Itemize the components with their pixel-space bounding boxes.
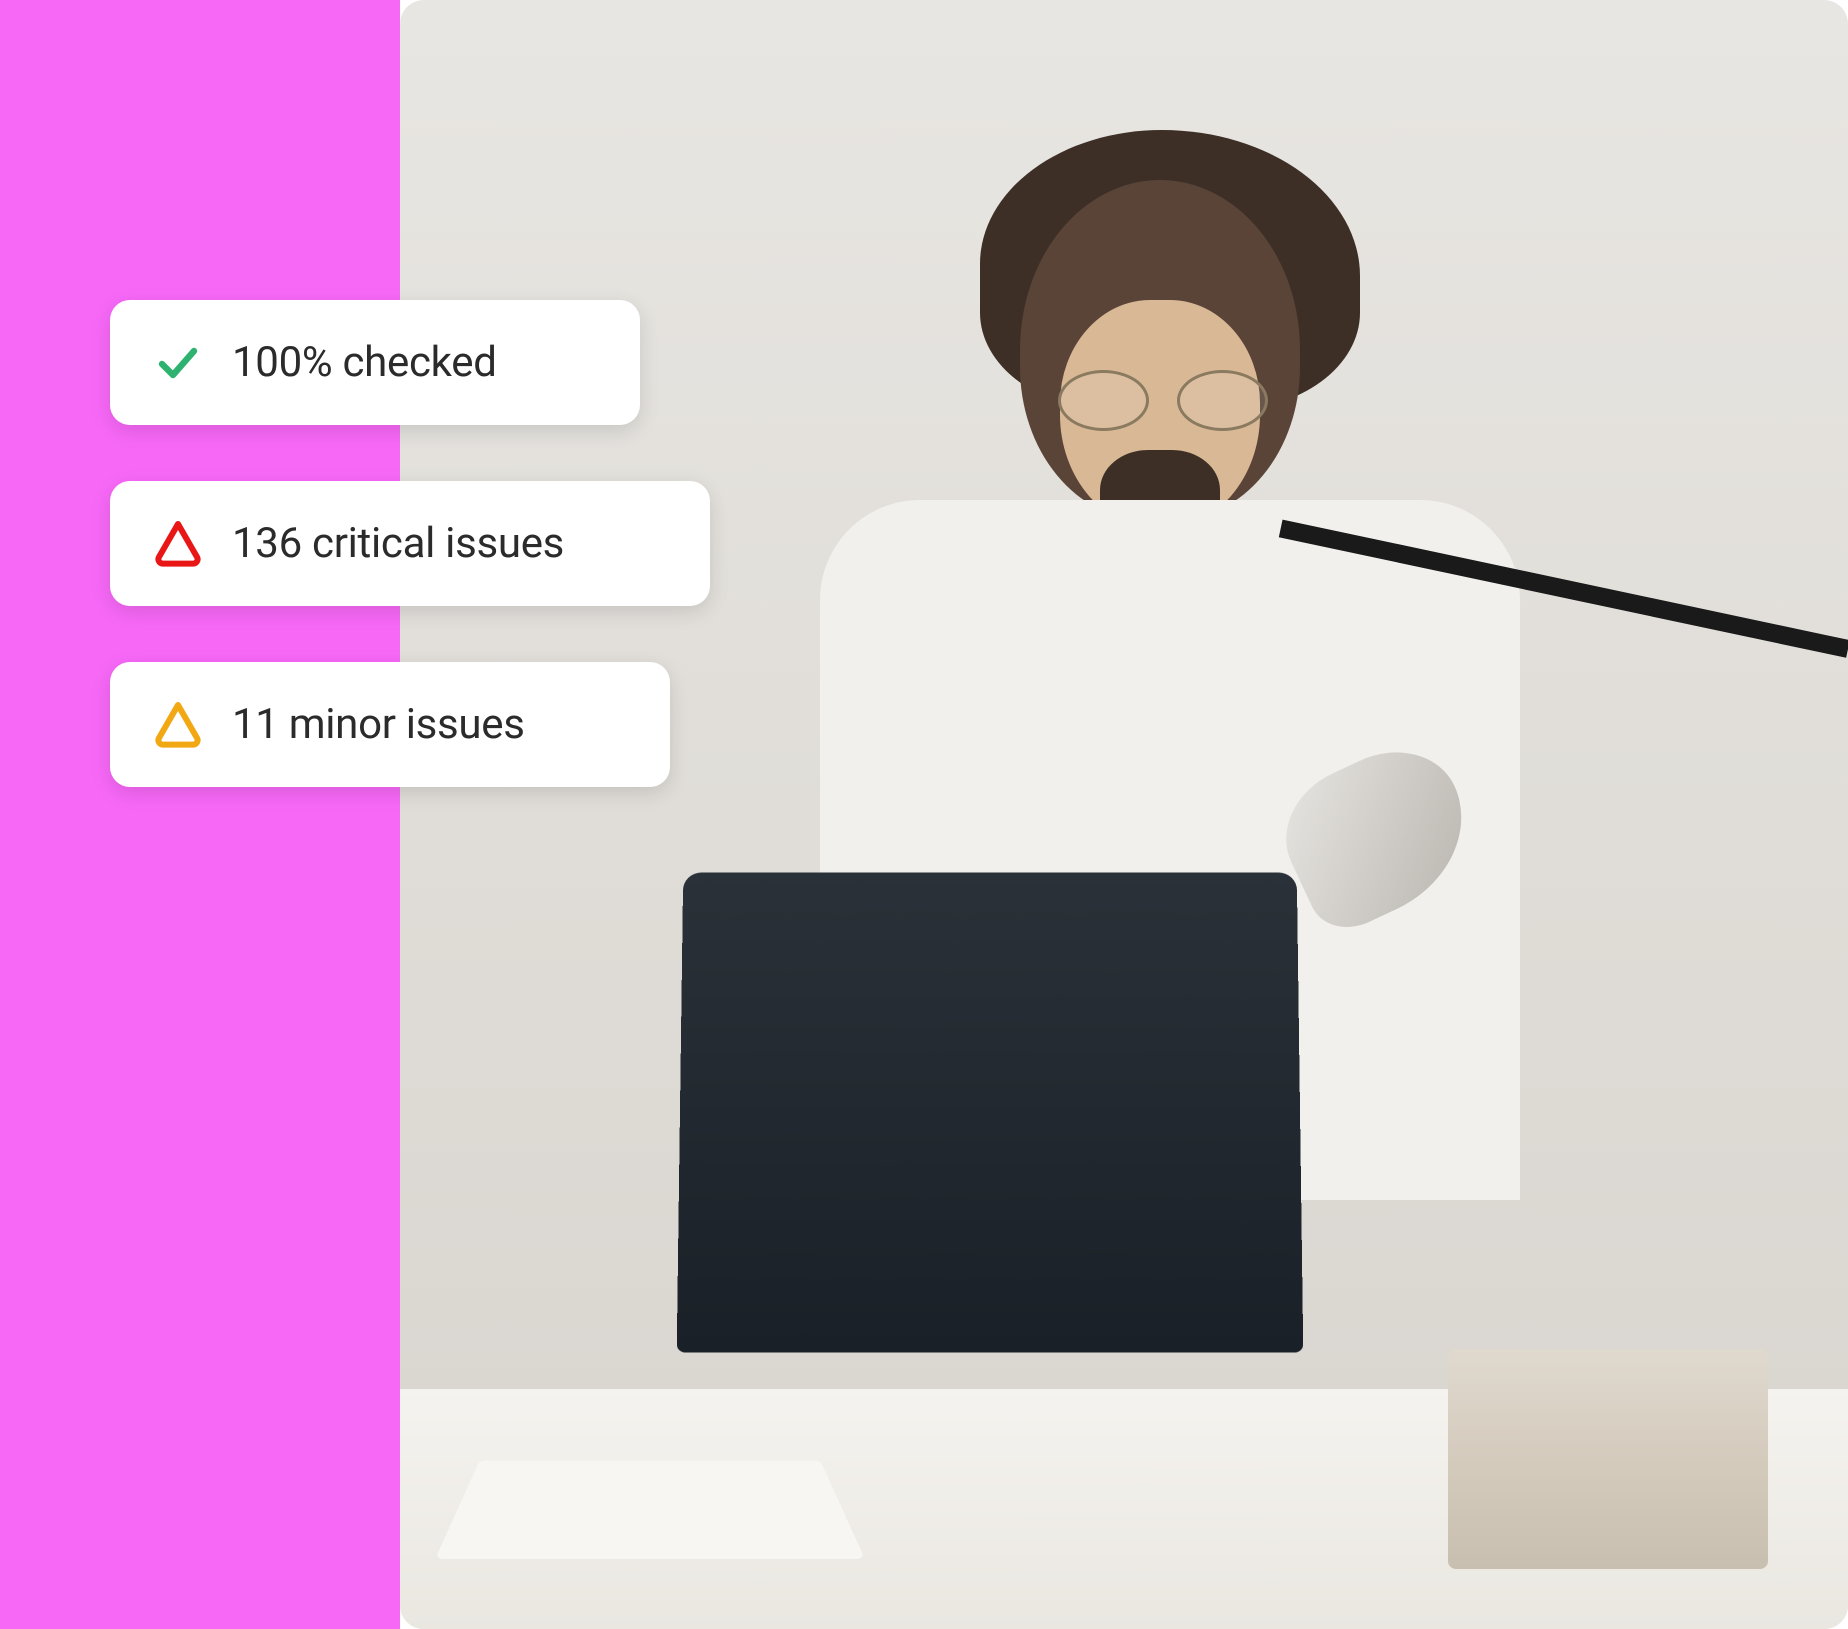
hero-photo <box>400 0 1848 1629</box>
photo-scene <box>400 0 1848 1629</box>
triangle-alert-icon <box>154 701 202 749</box>
open-book <box>435 1460 865 1559</box>
status-badge-label: 136 critical issues <box>232 519 564 568</box>
book-stack <box>1448 1349 1768 1569</box>
status-badge-critical: 136 critical issues <box>110 481 710 606</box>
accent-background <box>0 0 400 1629</box>
status-badge-label: 11 minor issues <box>232 700 525 749</box>
status-badge-label: 100% checked <box>232 338 497 387</box>
status-badges-list: 100% checked 136 critical issues 11 mino… <box>110 300 710 787</box>
check-icon <box>154 339 202 387</box>
laptop <box>677 873 1304 1353</box>
glasses-icon <box>1058 370 1268 430</box>
triangle-alert-icon <box>154 520 202 568</box>
status-badge-minor: 11 minor issues <box>110 662 670 787</box>
status-badge-checked: 100% checked <box>110 300 640 425</box>
